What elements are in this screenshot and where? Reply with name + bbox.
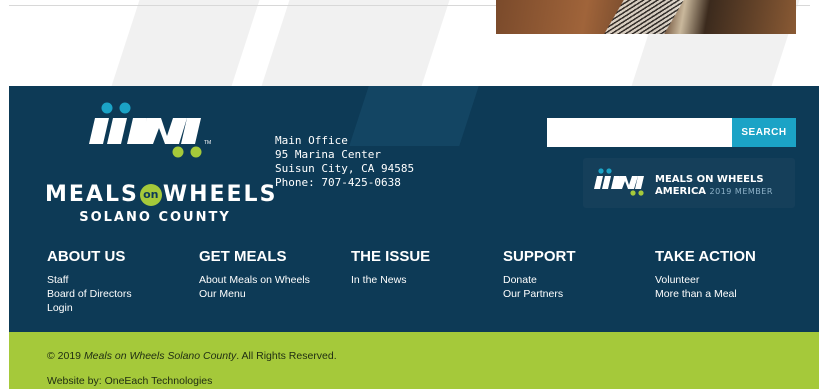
- footer-link-our-menu[interactable]: Our Menu: [199, 287, 349, 301]
- mow-america-member-badge[interactable]: MEALS ON WHEELS AMERICA 2019 MEMBER: [583, 158, 795, 208]
- footer-col-get-meals: GET MEALS About Meals on Wheels Our Menu: [199, 248, 349, 301]
- footer-link-volunteer[interactable]: Volunteer: [655, 273, 805, 287]
- svg-text:TM: TM: [204, 140, 211, 146]
- footer-col-the-issue: THE ISSUE In the News: [351, 248, 501, 287]
- address-street: 95 Marina Center: [275, 148, 381, 161]
- footer-link-board-of-directors[interactable]: Board of Directors: [47, 287, 197, 301]
- footer-col-support: SUPPORT Donate Our Partners: [503, 248, 653, 301]
- footer-col-about-us: ABOUT US Staff Board of Directors Login: [47, 248, 197, 315]
- footer-link-staff[interactable]: Staff: [47, 273, 197, 287]
- footer-link-donate[interactable]: Donate: [503, 273, 653, 287]
- badge-title: MEALS ON WHEELS: [655, 174, 764, 185]
- top-content-band: [0, 0, 819, 86]
- footer-col-heading: TAKE ACTION: [655, 248, 756, 265]
- footer-link-more-than-a-meal[interactable]: More than a Meal: [655, 287, 805, 301]
- site-logo[interactable]: TM MEALS on WHEELS SOLANO COUNTY: [45, 102, 275, 226]
- site-footer: TM MEALS on WHEELS SOLANO COUNTY Main Offi…: [9, 86, 819, 332]
- logo-on-badge: on: [139, 184, 162, 206]
- footer-link-our-partners[interactable]: Our Partners: [503, 287, 653, 301]
- website-credit[interactable]: Website by: OneEach Technologies: [47, 375, 212, 387]
- address-city: Suisun City, CA 94585: [275, 162, 415, 175]
- logo-subtitle: SOLANO COUNTY: [79, 210, 231, 225]
- footer-col-heading: THE ISSUE: [351, 248, 431, 265]
- address-label: Main Office: [275, 134, 348, 147]
- search-input[interactable]: [547, 118, 732, 147]
- photo-detail: [604, 0, 684, 34]
- search-form: SEARCH: [547, 118, 796, 147]
- meals-on-wheels-america-logo-icon: [594, 168, 644, 196]
- footer-col-take-action: TAKE ACTION Volunteer More than a Meal: [655, 248, 805, 301]
- footer-col-heading: GET MEALS: [199, 248, 287, 265]
- footer-link-in-the-news[interactable]: In the News: [351, 273, 501, 287]
- copyright-text: © 2019 Meals on Wheels Solano County. Al…: [47, 350, 337, 362]
- footer-nav: ABOUT US Staff Board of Directors Login …: [47, 248, 807, 328]
- badge-subtitle: AMERICA 2019 MEMBER: [655, 186, 773, 197]
- address-phone[interactable]: Phone: 707-425-0638: [275, 176, 414, 190]
- office-address: Main Office 95 Marina Center Suisun City…: [275, 134, 414, 190]
- featured-photo: [496, 0, 796, 34]
- bottom-bar: © 2019 Meals on Wheels Solano County. Al…: [9, 332, 819, 389]
- footer-col-heading: SUPPORT: [503, 248, 576, 265]
- decorative-stripe: [100, 0, 260, 86]
- search-button[interactable]: SEARCH: [732, 118, 796, 147]
- footer-link-login[interactable]: Login: [47, 301, 197, 315]
- logo-wordmark: MEALS on WHEELS: [45, 182, 278, 207]
- footer-col-heading: ABOUT US: [47, 248, 126, 265]
- decorative-stripe: [250, 0, 450, 86]
- footer-link-about-meals-on-wheels[interactable]: About Meals on Wheels: [199, 273, 349, 287]
- meals-on-wheels-logo-icon: TM: [89, 102, 211, 158]
